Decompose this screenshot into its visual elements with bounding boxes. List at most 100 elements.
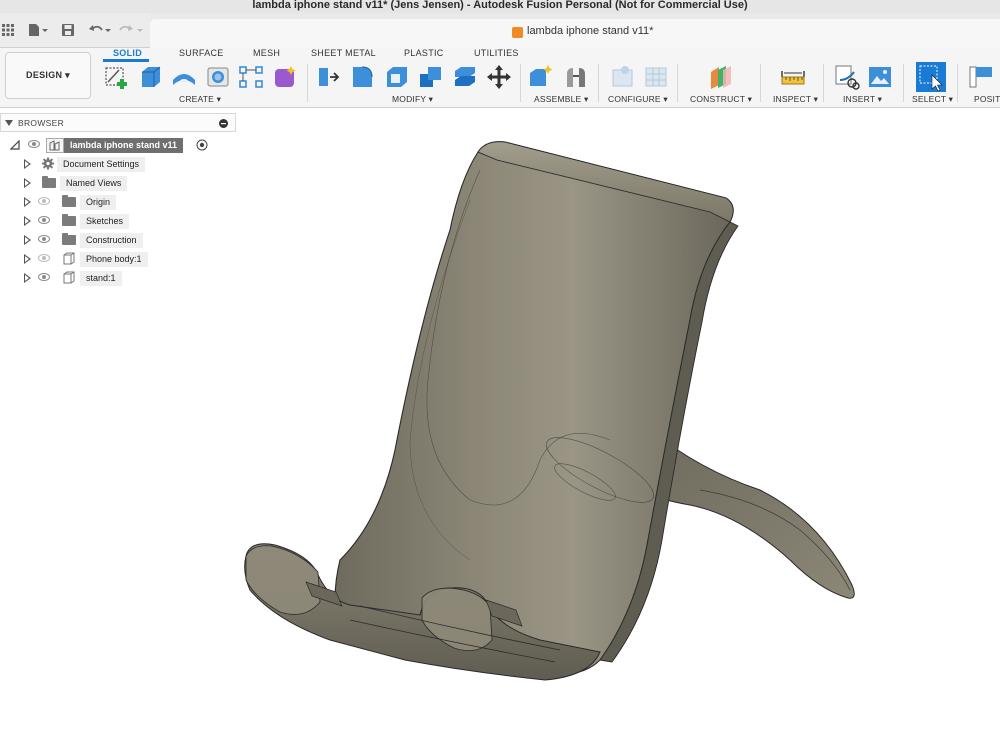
- expand-chevron-icon[interactable]: [24, 159, 31, 169]
- fusion-cube-icon: [512, 27, 523, 38]
- construct-menu[interactable]: CONSTRUCT ▾: [690, 94, 752, 105]
- ribbon-separator: [903, 64, 904, 102]
- eye-hidden-icon[interactable]: [38, 197, 50, 205]
- browser-item-stand[interactable]: stand:1: [24, 271, 234, 286]
- configure-rules-icon[interactable]: [643, 64, 669, 90]
- select-menu[interactable]: SELECT ▾: [912, 94, 953, 105]
- browser-item-label: Sketches: [80, 214, 130, 229]
- active-radio-icon[interactable]: [196, 139, 208, 151]
- body-icon: [63, 252, 75, 265]
- new-component-icon[interactable]: [528, 64, 554, 90]
- active-tab-indicator: [103, 59, 149, 62]
- browser-item-document-settings[interactable]: Document Settings: [24, 157, 234, 172]
- tab-plastic[interactable]: PLASTIC: [404, 48, 444, 58]
- tab-mesh[interactable]: MESH: [253, 48, 280, 58]
- gear-icon: [42, 157, 54, 170]
- fillet-icon[interactable]: [350, 64, 376, 90]
- folder-icon: [42, 176, 56, 188]
- ribbon-separator: [598, 64, 599, 102]
- extrude-icon[interactable]: [138, 64, 164, 90]
- eye-icon[interactable]: [28, 140, 40, 148]
- folder-icon: [62, 214, 76, 226]
- expand-chevron-icon[interactable]: [24, 235, 31, 245]
- window-titlebar: lambda iphone stand v11* (Jens Jensen) -…: [0, 0, 1000, 13]
- create-form-icon[interactable]: [272, 64, 298, 90]
- configure-table-icon[interactable]: [610, 64, 636, 90]
- body-icon: [63, 271, 75, 284]
- position-menu[interactable]: POSITI: [974, 94, 1000, 104]
- folder-icon: [62, 195, 76, 207]
- create-sketch-icon[interactable]: [104, 64, 130, 90]
- collapse-triangle-icon[interactable]: [5, 120, 13, 126]
- insert-canvas-icon[interactable]: [867, 64, 893, 90]
- window-title: lambda iphone stand v11* (Jens Jensen) -…: [252, 0, 748, 11]
- browser-item-label: Phone body:1: [80, 252, 148, 267]
- ribbon-separator: [307, 64, 308, 102]
- combine-icon[interactable]: [418, 64, 444, 90]
- tab-sheet-metal[interactable]: SHEET METAL: [311, 48, 376, 58]
- browser-item-label: Construction: [80, 233, 143, 248]
- expand-chevron-icon[interactable]: [24, 273, 31, 283]
- browser-item-construction[interactable]: Construction: [24, 233, 234, 248]
- eye-icon[interactable]: [38, 273, 50, 281]
- expand-chevron-icon[interactable]: [24, 254, 31, 264]
- eye-icon[interactable]: [38, 216, 50, 224]
- browser-header: BROWSER: [0, 113, 236, 132]
- browser-item-phone-body[interactable]: Phone body:1: [24, 252, 234, 267]
- measure-icon[interactable]: [780, 64, 806, 90]
- tab-utilities[interactable]: UTILITIES: [474, 48, 519, 58]
- browser-item-label: stand:1: [80, 271, 122, 286]
- shell-icon[interactable]: [384, 64, 410, 90]
- browser-item-origin[interactable]: Origin: [24, 195, 234, 210]
- split-body-icon[interactable]: [452, 64, 478, 90]
- browser-item-sketches[interactable]: Sketches: [24, 214, 234, 229]
- document-tab[interactable]: lambda iphone stand v11*: [150, 19, 1000, 48]
- tab-surface[interactable]: SURFACE: [179, 48, 224, 58]
- browser-title: BROWSER: [18, 118, 65, 128]
- workspace-switcher[interactable]: DESIGN ▾: [5, 52, 91, 99]
- expand-triangle-icon[interactable]: [10, 140, 20, 150]
- folder-icon: [62, 233, 76, 245]
- undo-icon[interactable]: [88, 23, 112, 37]
- expand-chevron-icon[interactable]: [24, 197, 31, 207]
- ribbon-separator: [760, 64, 761, 102]
- assemble-menu[interactable]: ASSEMBLE ▾: [534, 94, 588, 105]
- save-icon[interactable]: [61, 23, 75, 37]
- move-copy-icon[interactable]: [486, 64, 512, 90]
- phone-stand-model[interactable]: [236, 108, 1000, 741]
- tab-solid[interactable]: SOLID: [113, 48, 142, 58]
- eye-hidden-icon[interactable]: [38, 254, 50, 262]
- modify-menu[interactable]: MODIFY ▾: [392, 94, 433, 105]
- browser-item-label: Document Settings: [57, 157, 146, 172]
- expand-chevron-icon[interactable]: [24, 178, 31, 188]
- browser-root-node[interactable]: lambda iphone stand v11: [10, 138, 230, 153]
- offset-plane-icon[interactable]: [708, 64, 734, 90]
- grid-icon[interactable]: [2, 24, 14, 36]
- pattern-icon[interactable]: [238, 64, 264, 90]
- browser-item-label: Named Views: [60, 176, 128, 191]
- configure-menu[interactable]: CONFIGURE ▾: [608, 94, 668, 105]
- inspect-menu[interactable]: INSPECT ▾: [773, 94, 818, 105]
- select-icon[interactable]: [916, 62, 946, 92]
- expand-chevron-icon[interactable]: [24, 216, 31, 226]
- revolve-icon[interactable]: [171, 64, 197, 90]
- insert-menu[interactable]: INSERT ▾: [843, 94, 882, 105]
- document-component-icon: [46, 138, 64, 153]
- eye-icon[interactable]: [38, 235, 50, 243]
- hole-icon[interactable]: [205, 64, 231, 90]
- redo-icon[interactable]: [118, 23, 144, 37]
- position-icon[interactable]: [968, 64, 994, 90]
- browser-item-named-views[interactable]: Named Views: [24, 176, 234, 191]
- ribbon-separator: [677, 64, 678, 102]
- joint-icon[interactable]: [563, 64, 589, 90]
- ribbon-separator: [957, 64, 958, 102]
- pin-icon[interactable]: [219, 119, 228, 128]
- create-menu[interactable]: CREATE ▾: [179, 94, 221, 105]
- insert-derive-icon[interactable]: [834, 64, 860, 90]
- canvas-viewport[interactable]: [236, 108, 1000, 741]
- ribbon-separator: [520, 64, 521, 102]
- file-icon[interactable]: [28, 23, 48, 37]
- toolbar-ribbon: DESIGN ▾ SOLID SURFACE MESH SHEET METAL …: [0, 48, 1000, 108]
- press-pull-icon[interactable]: [316, 64, 342, 90]
- document-tab-bar: lambda iphone stand v11*: [150, 13, 1000, 48]
